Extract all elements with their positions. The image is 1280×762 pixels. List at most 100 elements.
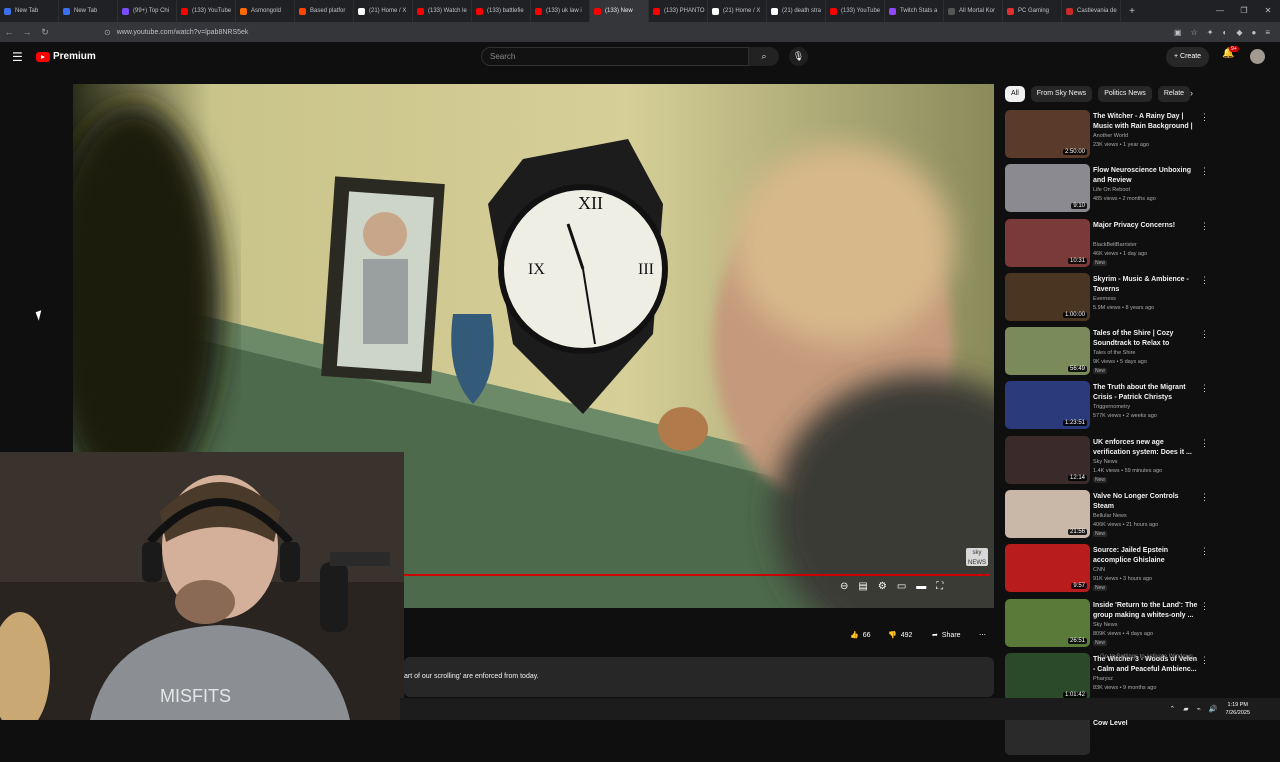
channel-name[interactable]: BlackBeltBarrister: [1093, 242, 1137, 248]
recommendation-item[interactable]: 12:14 UK enforces new age verification sy…: [1005, 435, 1215, 490]
browser-tab[interactable]: New Tab: [0, 0, 59, 22]
browser-tab[interactable]: (21) Home / X: [354, 0, 413, 22]
system-clock[interactable]: 1:19 PM 7/26/2025: [1226, 701, 1250, 717]
theater-mode-icon[interactable]: ▬: [916, 581, 926, 592]
more-options-icon[interactable]: ⋮: [1200, 438, 1209, 449]
recommendation-title[interactable]: Skyrim - Music & Ambience - Taverns: [1093, 275, 1198, 295]
browser-tab[interactable]: Castlevania de: [1062, 0, 1121, 22]
video-thumbnail[interactable]: 56:49: [1005, 327, 1090, 376]
create-button[interactable]: + Create: [1166, 47, 1210, 67]
more-options-icon[interactable]: ⋮: [1200, 492, 1209, 503]
minimize-icon[interactable]: —: [1208, 0, 1232, 22]
more-options-icon[interactable]: ⋮: [1200, 546, 1209, 557]
channel-name[interactable]: Sky News: [1093, 622, 1117, 628]
video-thumbnail[interactable]: 1:00:00: [1005, 272, 1090, 321]
recommendation-title[interactable]: Inside 'Return to the Land': The group m…: [1093, 601, 1198, 621]
recommendation-item[interactable]: 21:56 Valve No Longer Controls Steam Bellu…: [1005, 490, 1215, 544]
recommendation-title[interactable]: Valve No Longer Controls Steam: [1093, 492, 1198, 512]
extension-icon[interactable]: ✦: [1207, 28, 1214, 37]
avatar[interactable]: [1250, 49, 1265, 64]
video-thumbnail[interactable]: 9:10: [1005, 164, 1090, 213]
bookmark-star-icon[interactable]: ☆: [1191, 28, 1198, 37]
notifications-button[interactable]: 🔔 9+: [1222, 46, 1239, 59]
like-button[interactable]: 👍 66: [850, 628, 871, 642]
close-window-icon[interactable]: ✕: [1256, 0, 1280, 22]
recommendation-title[interactable]: The Truth about the Migrant Crisis - Pat…: [1093, 383, 1198, 403]
browser-menu-icon[interactable]: ≡: [1265, 28, 1270, 37]
recommendation-item[interactable]: 1:23:51 The Truth about the Migrant Crisi…: [1005, 381, 1215, 435]
video-thumbnail[interactable]: 12:14: [1005, 435, 1090, 484]
more-actions-button[interactable]: ⋯: [979, 628, 986, 642]
recommendation-title[interactable]: Source: Jailed Epstein accomplice Ghisla…: [1093, 546, 1198, 566]
browser-tab[interactable]: New Tab: [59, 0, 118, 22]
browser-tab[interactable]: All Mortal Kor: [944, 0, 1003, 22]
recommendation-item[interactable]: 1:00:00 Skyrim - Music & Ambience - Taver…: [1005, 272, 1215, 327]
video-thumbnail[interactable]: 2:50:00: [1005, 110, 1090, 158]
recommendation-item[interactable]: 9:57 Source: Jailed Epstein accomplice Gh…: [1005, 544, 1215, 598]
share-button[interactable]: ➦ Share: [932, 628, 961, 642]
filter-chip[interactable]: Relate: [1157, 86, 1191, 102]
dislike-button[interactable]: 👎 492: [888, 628, 912, 642]
channel-name[interactable]: Pharysz: [1093, 676, 1113, 682]
browser-tab[interactable]: (133) Watch le: [413, 0, 472, 22]
browser-tab[interactable]: (133) battlefie: [472, 0, 531, 22]
back-icon[interactable]: ←: [0, 27, 18, 37]
more-options-icon[interactable]: ⋮: [1200, 166, 1209, 177]
recommendation-item[interactable]: 56:49 Tales of the Shire | Cozy Soundtrac…: [1005, 327, 1215, 381]
channel-name[interactable]: Bellular News: [1093, 513, 1127, 519]
cast-icon[interactable]: ▣: [1174, 28, 1182, 37]
hamburger-menu-icon[interactable]: ☰: [12, 50, 23, 64]
more-options-icon[interactable]: ⋮: [1200, 655, 1209, 666]
description-box[interactable]: art of our scrolling' are enforced from …: [404, 657, 994, 697]
youtube-logo[interactable]: Premium: [36, 51, 96, 62]
channel-name[interactable]: Everness: [1093, 296, 1116, 302]
recommendation-item[interactable]: 9:10 Flow Neuroscience Unboxing and Revie…: [1005, 164, 1215, 218]
browser-tab[interactable]: Twitch Stats a: [885, 0, 944, 22]
browser-tab[interactable]: PC Gaming: [1003, 0, 1062, 22]
recommendation-title[interactable]: UK enforces new age verification system:…: [1093, 438, 1198, 458]
voice-search-button[interactable]: 🎙: [789, 47, 808, 66]
profile-icon[interactable]: ●: [1251, 28, 1256, 37]
fullscreen-icon[interactable]: ⛶: [936, 581, 943, 592]
restore-icon[interactable]: ❐: [1232, 0, 1256, 22]
browser-tab[interactable]: (133) New: [590, 0, 649, 22]
browser-tab[interactable]: (133) uk law i: [531, 0, 590, 22]
channel-name[interactable]: CNN: [1093, 567, 1105, 573]
browser-tab[interactable]: (133) YouTube: [826, 0, 885, 22]
tray-icon[interactable]: ▰: [1183, 705, 1188, 713]
channel-name[interactable]: Another World: [1093, 133, 1128, 139]
site-info-icon[interactable]: ⊙: [104, 28, 111, 37]
video-thumbnail[interactable]: 9:57: [1005, 544, 1090, 593]
recommendation-title[interactable]: The Witcher - A Rainy Day | Music with R…: [1093, 112, 1198, 132]
new-tab-button[interactable]: +: [1125, 6, 1139, 17]
browser-tab[interactable]: (133) YouTube: [177, 0, 236, 22]
channel-name[interactable]: Sky News: [1093, 459, 1117, 465]
browser-tab[interactable]: Based platfor: [295, 0, 354, 22]
settings-gear-icon[interactable]: ⚙: [878, 581, 887, 592]
search-input[interactable]: Search: [481, 47, 749, 66]
channel-name[interactable]: Life On Reboot: [1093, 187, 1130, 193]
extension-icon[interactable]: ◆: [1236, 28, 1242, 37]
recommendation-title[interactable]: Flow Neuroscience Unboxing and Review: [1093, 166, 1198, 186]
video-thumbnail[interactable]: 10:31: [1005, 218, 1090, 267]
forward-icon[interactable]: →: [18, 27, 36, 37]
more-options-icon[interactable]: ⋮: [1200, 275, 1209, 286]
filter-chip[interactable]: Politics News: [1098, 86, 1152, 102]
video-thumbnail[interactable]: 21:56: [1005, 490, 1090, 539]
recommendation-item[interactable]: 26:51 Inside 'Return to the Land': The gr…: [1005, 598, 1215, 653]
browser-tab[interactable]: (21) Home / X: [708, 0, 767, 22]
volume-icon[interactable]: 🔊: [1209, 705, 1218, 713]
browser-tab[interactable]: (21) death stra: [767, 0, 826, 22]
browser-tab[interactable]: (133) PHANTO: [649, 0, 708, 22]
channel-name[interactable]: Triggernometry: [1093, 404, 1130, 410]
more-options-icon[interactable]: ⋮: [1200, 383, 1209, 394]
url-field[interactable]: ⊙ www.youtube.com/watch?v=lpab8NRS5ek: [104, 24, 1034, 40]
more-options-icon[interactable]: ⋮: [1200, 601, 1209, 612]
more-options-icon[interactable]: ⋮: [1200, 329, 1209, 340]
more-options-icon[interactable]: ⋮: [1200, 221, 1209, 232]
recommendation-item[interactable]: 2:50:00 The Witcher - A Rainy Day | Music…: [1005, 110, 1215, 164]
reload-icon[interactable]: ↻: [36, 27, 54, 38]
video-thumbnail[interactable]: 1:23:51: [1005, 381, 1090, 430]
recommendation-item[interactable]: 10:31 Major Privacy Concerns! BlackBeltBar…: [1005, 218, 1215, 273]
video-thumbnail[interactable]: 1:01:42: [1005, 652, 1090, 701]
